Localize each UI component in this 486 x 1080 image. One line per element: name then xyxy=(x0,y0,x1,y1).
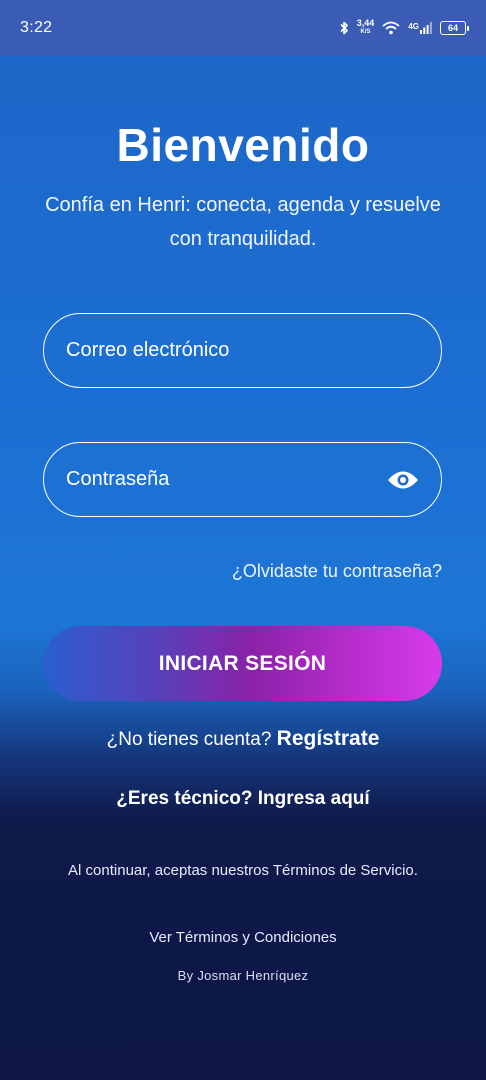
login-button[interactable]: INICIAR SESIÓN xyxy=(43,626,442,701)
status-icons: 3,44 K/S 4G 64 xyxy=(339,19,469,37)
terms-link[interactable]: Ver Términos y Condiciones xyxy=(0,929,486,946)
speed-value: 3,44 xyxy=(356,18,375,28)
terms-notice: Al continuar, aceptas nuestros Términos … xyxy=(68,862,418,879)
signup-prompt: ¿No tienes cuenta? Regístrate xyxy=(0,727,486,751)
signup-text: ¿No tienes cuenta? xyxy=(106,729,272,750)
battery-icon: 64 xyxy=(440,21,469,35)
author-byline: By Josmar Henríquez xyxy=(177,968,309,983)
signal-icon: 4G xyxy=(408,22,432,34)
email-input[interactable] xyxy=(66,339,419,362)
forgot-password-link[interactable]: ¿Olvidaste tu contraseña? xyxy=(232,561,442,582)
network-speed: 3,44 K/S xyxy=(357,19,375,37)
password-input[interactable] xyxy=(66,468,387,491)
wifi-icon xyxy=(382,21,400,35)
bluetooth-icon xyxy=(340,21,348,35)
status-time: 3:22 xyxy=(20,19,53,36)
speed-unit: K/S xyxy=(360,29,371,35)
signup-link[interactable]: Regístrate xyxy=(277,727,380,750)
page-title: Bienvenido xyxy=(116,119,370,171)
status-bar: 3:22 3,44 K/S 4G 64 xyxy=(0,0,486,56)
page-subtitle: Confía en Henri: conecta, agenda y resue… xyxy=(45,194,441,250)
password-field[interactable] xyxy=(43,442,442,517)
eye-icon[interactable] xyxy=(387,469,419,491)
technician-login-link[interactable]: ¿Eres técnico? Ingresa aquí xyxy=(0,788,486,810)
email-field[interactable] xyxy=(43,313,442,388)
network-type: 4G xyxy=(408,22,419,31)
